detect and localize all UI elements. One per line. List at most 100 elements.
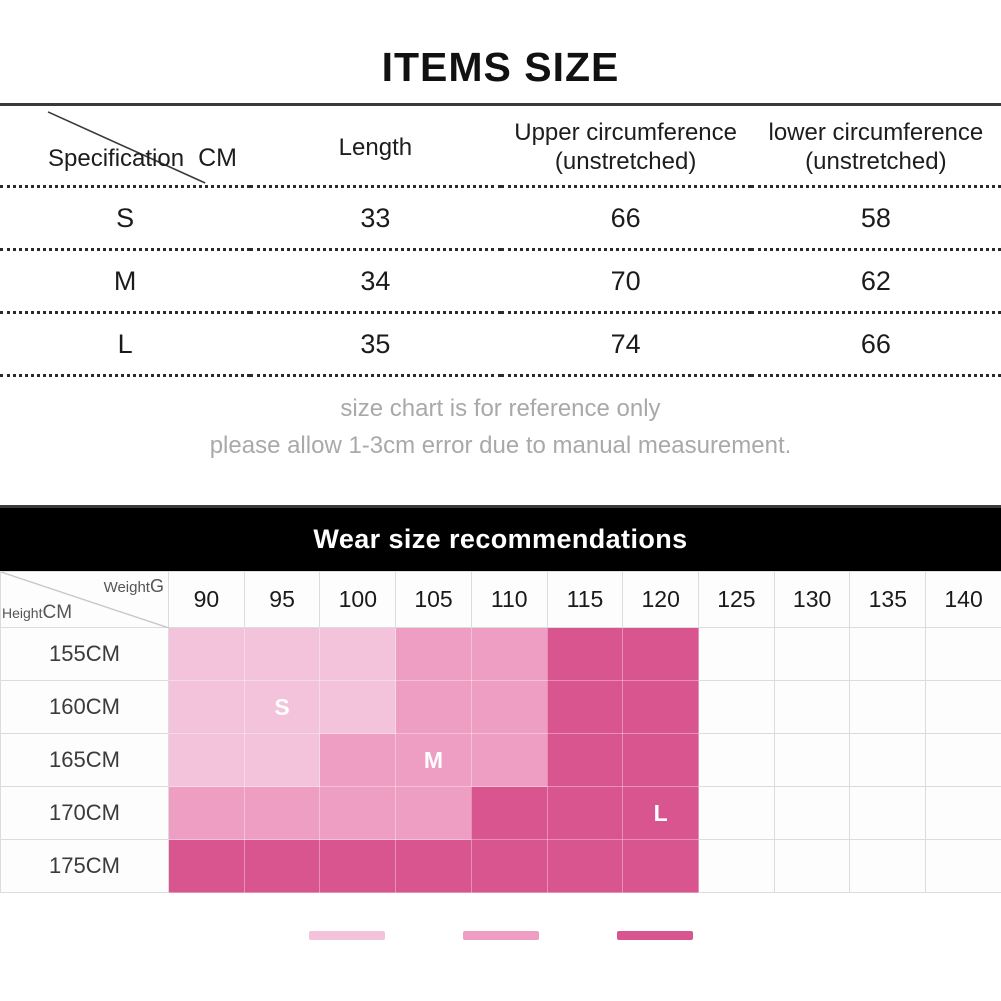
column-header-lower-circumference: lower circumference (unstretched) [750, 106, 1001, 188]
weight-column-header-90: 90 [168, 571, 245, 628]
weight-column-header-125: 125 [698, 571, 775, 628]
cell-l-lower: 66 [750, 312, 1001, 377]
grid-cell-165CM-105-M: M [395, 733, 472, 787]
grid-cell-165CM-110-M [470, 733, 548, 787]
grid-cell-160CM-125-empty [698, 680, 775, 734]
weight-column-header-135: 135 [849, 571, 927, 628]
grid-cell-160CM-100-S [319, 680, 397, 734]
weight-column-header-130: 130 [773, 571, 851, 628]
grid-cell-160CM-115-L [546, 680, 624, 734]
grid-cell-155CM-125-empty [698, 627, 775, 681]
weight-header-row: WeightG HeightCM 90 95 100 105 110 115 120 125 130… [0, 571, 1001, 628]
grid-cell-160CM-140-empty [925, 680, 1001, 734]
grid-cell-165CM-125-empty [698, 733, 775, 787]
wear-size-grid: WeightG HeightCM 90 95 100 105 110 115 120 125 130… [0, 571, 1001, 893]
grid-cell-160CM-130-empty [773, 680, 851, 734]
grid-row: 155CM [0, 627, 1001, 681]
height-row-header-175CM: 175CM [0, 839, 169, 893]
grid-cell-170CM-120-L: L [622, 786, 700, 840]
grid-cell-170CM-140-empty [925, 786, 1001, 840]
grid-cell-155CM-130-empty [773, 627, 851, 681]
grid-cell-170CM-100-M [319, 786, 397, 840]
grid-cell-160CM-110-M [470, 680, 548, 734]
weight-column-header-140: 140 [925, 571, 1001, 628]
grid-cell-175CM-100-L [319, 839, 397, 893]
grid-height-axis-label: HeightCM [2, 602, 73, 623]
height-row-header-160CM: 160CM [0, 680, 169, 734]
cell-m-lower: 62 [750, 249, 1001, 314]
weight-column-header-105: 105 [395, 571, 472, 628]
weight-column-header-100: 100 [319, 571, 397, 628]
weight-column-header-115: 115 [546, 571, 624, 628]
grid-cell-155CM-135-empty [849, 627, 927, 681]
grid-cell-155CM-95-S [243, 627, 321, 681]
grid-row: 165CM M [0, 733, 1001, 787]
grid-cell-175CM-140-empty [925, 839, 1001, 893]
spec-corner-cell: Specification CM [0, 106, 251, 188]
grid-cell-175CM-110-L [470, 839, 548, 893]
cell-l-length: 35 [250, 312, 501, 377]
grid-cell-155CM-140-empty [925, 627, 1001, 681]
row-size-l: L [0, 312, 251, 377]
wear-size-section: Wear size recommendations WeightG HeightC… [0, 508, 1001, 963]
grid-row: 170CM L [0, 786, 1001, 840]
grid-cell-165CM-95-S [243, 733, 321, 787]
grid-cell-175CM-125-empty [698, 839, 775, 893]
disclaimer-line-1: size chart is for reference only [340, 395, 661, 422]
page-title: ITEMS SIZE [381, 44, 620, 90]
height-row-header-165CM: 165CM [0, 733, 169, 787]
spec-corner-label: Specification [48, 145, 185, 172]
table-header-row: Specification CM Length Upper circumferen… [0, 106, 1001, 188]
weight-column-header-110: 110 [470, 571, 548, 628]
grid-cell-175CM-105-L [395, 839, 472, 893]
grid-cell-165CM-130-empty [773, 733, 851, 787]
grid-cell-165CM-115-L [546, 733, 624, 787]
specification-table: Specification CM Length Upper circumferen… [0, 106, 1001, 377]
wear-size-banner: Wear size recommendations [0, 508, 1001, 571]
grid-cell-160CM-95-S: S [243, 680, 321, 734]
column-header-length: Length [250, 106, 501, 188]
items-size-section: ITEMS SIZE Specification CM Length Upper … [0, 0, 1001, 508]
cell-m-length: 34 [250, 249, 501, 314]
grid-cell-165CM-135-empty [849, 733, 927, 787]
row-size-m: M [0, 249, 251, 314]
table-row: L 35 74 66 [0, 312, 1001, 377]
table-row: M 34 70 62 [0, 249, 1001, 314]
legend-swatch-s [308, 930, 385, 940]
weight-column-header-120: 120 [622, 571, 700, 628]
grid-cell-155CM-115-L [546, 627, 624, 681]
grid-corner-cell: WeightG HeightCM [0, 571, 169, 628]
grid-cell-160CM-135-empty [849, 680, 927, 734]
grid-cell-175CM-95-L [243, 839, 321, 893]
grid-cell-155CM-100-S [319, 627, 397, 681]
height-row-header-170CM: 170CM [0, 786, 169, 840]
grid-cell-170CM-130-empty [773, 786, 851, 840]
grid-cell-160CM-120-L [622, 680, 700, 734]
grid-row: 160CM S [0, 680, 1001, 734]
cell-s-upper: 66 [500, 186, 751, 251]
weight-column-header-95: 95 [243, 571, 321, 628]
grid-cell-170CM-90-M [168, 786, 245, 840]
legend-swatch-m [462, 930, 539, 940]
grid-cell-175CM-120-L [622, 839, 700, 893]
grid-cell-170CM-95-M [243, 786, 321, 840]
legend [0, 893, 1001, 963]
grid-cell-155CM-105-M [395, 627, 472, 681]
grid-cell-155CM-110-M [470, 627, 548, 681]
column-header-upper-circumference: Upper circumference (unstretched) [500, 106, 751, 188]
table-row: S 33 66 58 [0, 186, 1001, 251]
grid-weight-axis-label: WeightG [103, 576, 164, 596]
legend-swatch-l [616, 930, 693, 940]
cell-s-length: 33 [250, 186, 501, 251]
cell-s-lower: 58 [750, 186, 1001, 251]
height-row-header-155CM: 155CM [0, 627, 169, 681]
grid-cell-155CM-120-L [622, 627, 700, 681]
spec-corner-unit: CM [198, 144, 237, 172]
grid-cell-155CM-90-S [168, 627, 245, 681]
grid-cell-175CM-130-empty [773, 839, 851, 893]
row-size-s: S [0, 186, 251, 251]
grid-row: 175CM [0, 839, 1001, 893]
section-divider [0, 505, 1001, 508]
grid-cell-165CM-100-M [319, 733, 397, 787]
grid-cell-170CM-110-L [470, 786, 548, 840]
